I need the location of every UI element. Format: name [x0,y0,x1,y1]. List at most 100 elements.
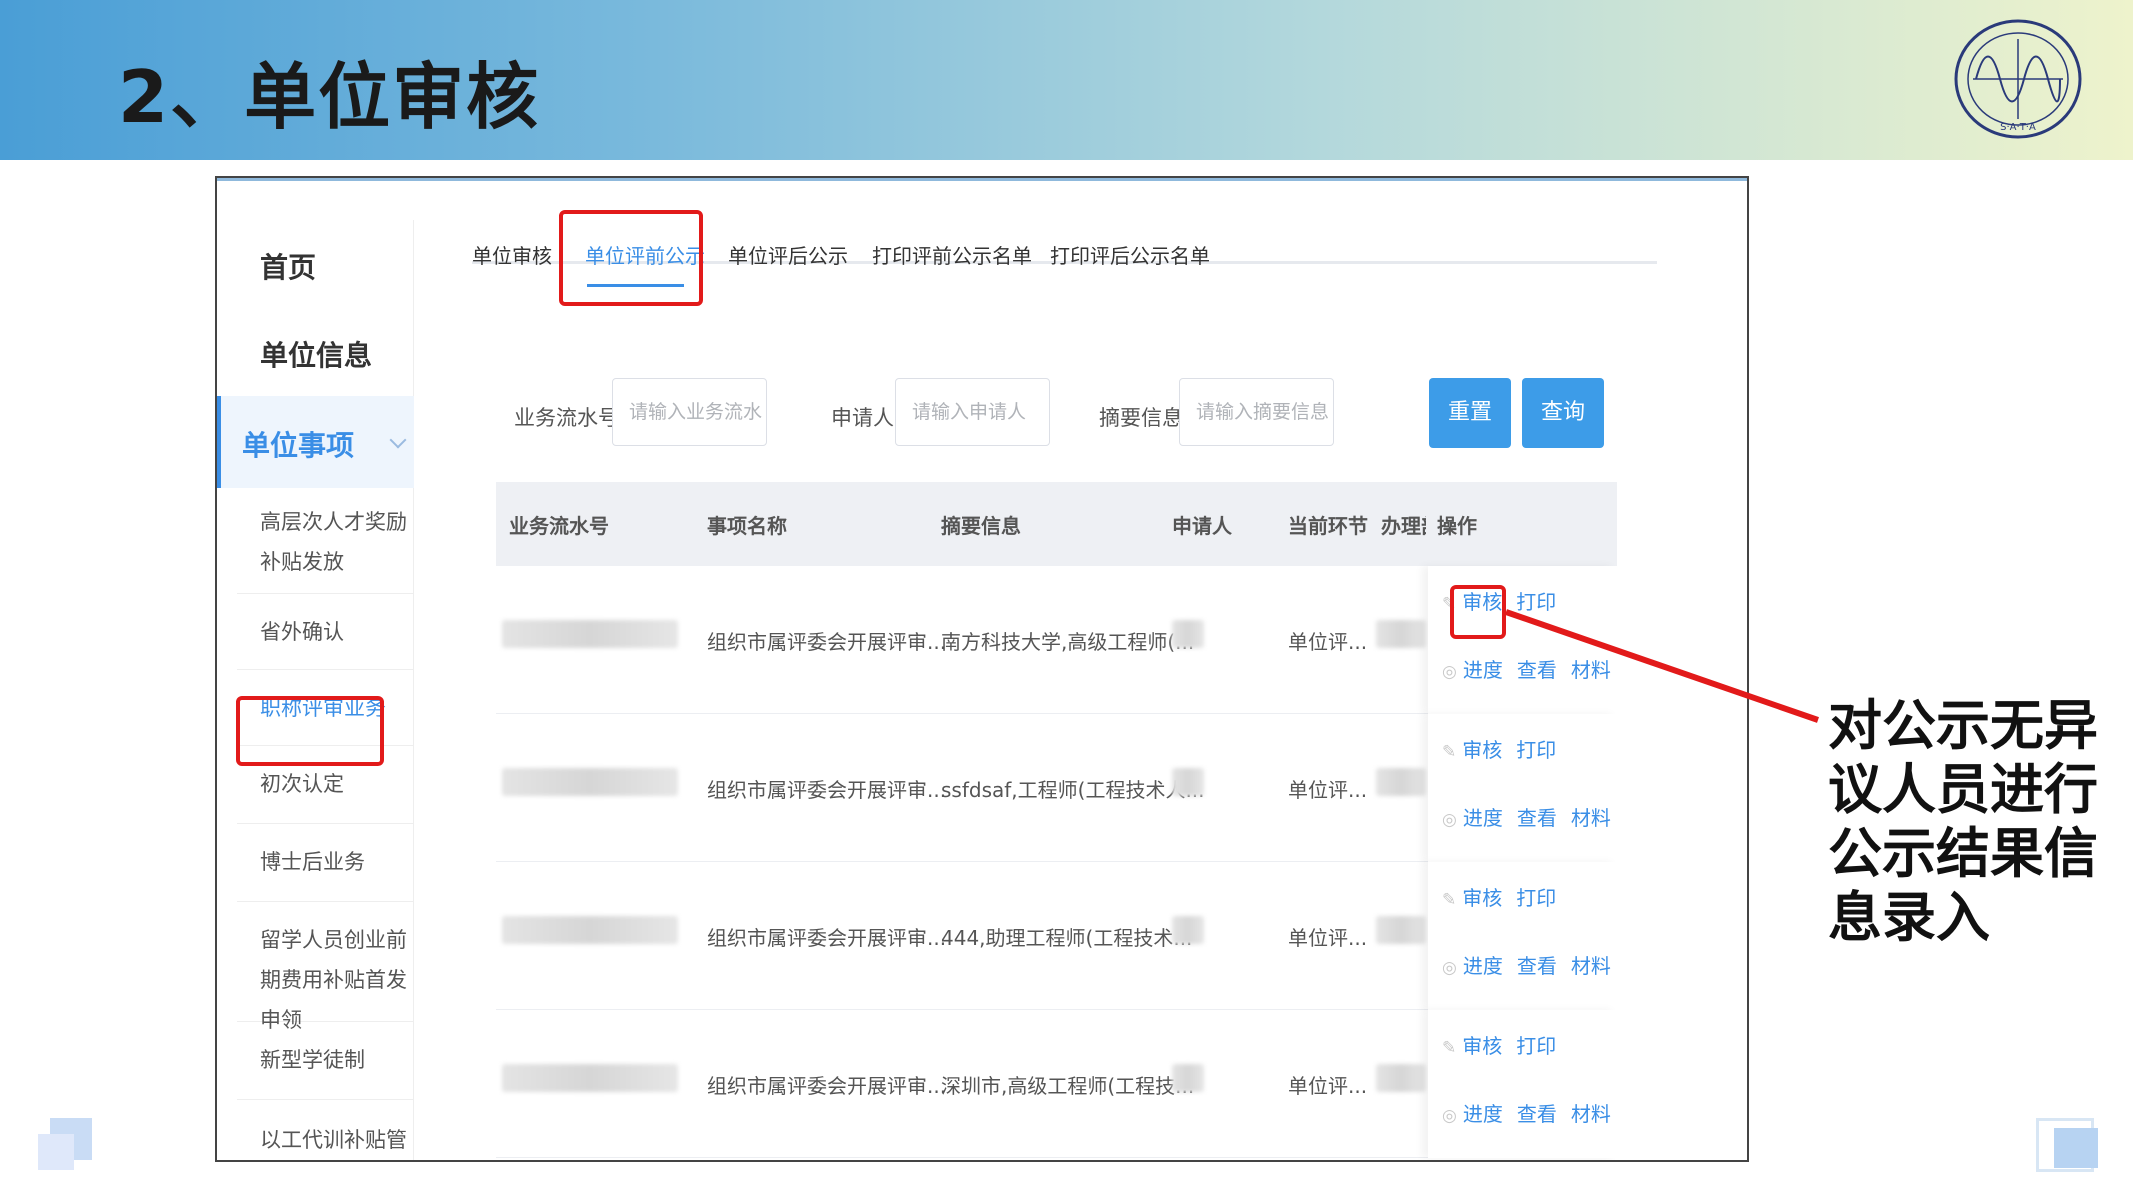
progress-link[interactable]: 进度 [1463,954,1503,978]
table-row[interactable]: 组织市属评委会开展评审... 深圳市,高级工程师(工程技... 单位评... ✎… [496,1010,1617,1158]
sidebar-item-label: 单位信息 [260,339,373,372]
reset-button[interactable]: 重置 [1429,378,1511,448]
redacted-dept [1376,768,1426,796]
slide-title: 2、单位审核 [118,55,541,139]
progress-link[interactable]: 进度 [1463,806,1503,830]
redacted-dept [1376,916,1426,944]
redacted-serial [502,916,678,944]
redacted-serial [502,620,678,648]
column-header: 申请人 [1172,514,1232,538]
cell-summary: 444,助理工程师(工程技术... [941,926,1193,950]
sidebar-sub-item[interactable]: 博士后业务 [237,824,414,902]
sidebar-item-label: 单位事项 [242,429,355,462]
redacted-dept [1376,620,1426,648]
edit-icon: ✎ [1442,1038,1457,1058]
applicant-input[interactable]: 请输入申请人 [895,378,1050,446]
sidebar-sub-label: 高层次人才奖励补贴发放 [260,510,407,574]
tab-unit-review[interactable]: 单位审核 [472,240,552,269]
tab-print-pre-list[interactable]: 打印评前公示名单 [872,240,1032,269]
material-link[interactable]: 材料 [1571,1102,1611,1126]
sidebar-sub-label: 博士后业务 [260,850,365,874]
column-header: 摘要信息 [941,514,1021,538]
cell-stage: 单位评... [1288,926,1368,950]
material-link[interactable]: 材料 [1571,806,1611,830]
cell-item: 组织市属评委会开展评审... [707,1074,947,1098]
progress-link[interactable]: 进度 [1463,1102,1503,1126]
sidebar-sub-label: 省外确认 [260,620,344,644]
summary-input[interactable]: 请输入摘要信息 [1179,378,1334,446]
chevron-down-icon [389,431,407,449]
sidebar-item-label: 首页 [260,251,317,284]
sata-logo: S·A·T·A [1954,19,2082,139]
edit-icon: ✎ [1442,742,1457,762]
column-header: 事项名称 [707,514,787,538]
sidebar-sub-item[interactable]: 以工代训补贴管理 [237,1100,414,1160]
annotation-text: 对公示无异议人员进行公示结果信息录入 [1828,694,2098,949]
serial-number-input[interactable]: 请输入业务流水 [612,378,767,446]
column-header: 当前环节 [1288,514,1368,538]
highlight-review-box [1450,585,1506,639]
column-header: 业务流水号 [509,514,609,538]
cell-item: 组织市属评委会开展评审... [707,778,947,802]
applicant-label: 申请人 [831,406,894,430]
material-link[interactable]: 材料 [1571,954,1611,978]
view-link[interactable]: 查看 [1517,954,1557,978]
sidebar-sub-label: 初次认定 [260,772,344,796]
operation-cell: ✎ 审核 打印 ◎ 进度 查看 材料 [1428,1010,1617,1158]
edit-icon: ✎ [1442,890,1457,910]
redacted-applicant [1172,768,1204,796]
review-link[interactable]: 审核 [1462,1034,1502,1058]
view-link[interactable]: 查看 [1517,658,1557,682]
sidebar: 首页 单位信息 单位事项 高层次人才奖励补贴发放 省外确认 职称评审业务 初次认… [217,220,414,1160]
cell-stage: 单位评... [1288,630,1368,654]
corner-decoration [2054,1128,2098,1168]
corner-decoration [38,1134,74,1170]
redacted-applicant [1172,620,1204,648]
print-link[interactable]: 打印 [1516,590,1556,614]
clock-icon: ◎ [1442,810,1457,830]
print-link[interactable]: 打印 [1516,886,1556,910]
column-header: 操作 [1437,514,1477,538]
sidebar-sub-label: 以工代训补贴管理 [260,1128,407,1152]
clock-icon: ◎ [1442,662,1457,682]
cell-summary: ssfdsaf,工程师(工程技术人... [941,778,1205,802]
view-link[interactable]: 查看 [1517,806,1557,830]
column-header: 办理部 [1381,514,1426,538]
tab-print-post-list[interactable]: 打印评后公示名单 [1050,240,1210,269]
cell-item: 组织市属评委会开展评审... [707,630,947,654]
sidebar-item-unit-matters[interactable]: 单位事项 [217,396,414,488]
print-link[interactable]: 打印 [1516,738,1556,762]
logo-caption: S·A·T·A [2000,122,2036,133]
view-link[interactable]: 查看 [1517,1102,1557,1126]
redacted-serial [502,1064,678,1092]
highlight-tab-box [559,210,703,306]
sidebar-sub-item[interactable]: 新型学徒制 [237,1022,414,1100]
table-row[interactable]: 组织市属评委会开展评审... 南方科技大学,高级工程师(... 单位评... ✎… [496,566,1617,714]
cell-stage: 单位评... [1288,778,1368,802]
operation-cell: ✎ 审核 打印 ◎ 进度 查看 材料 [1428,714,1617,862]
sidebar-sub-item[interactable]: 高层次人才奖励补贴发放 [237,492,414,594]
query-button[interactable]: 查询 [1522,378,1604,448]
sidebar-sub-item[interactable]: 留学人员创业前期费用补贴首发申领 [237,902,414,1032]
table-row[interactable]: 组织市属评委会开展评审... ssfdsaf,工程师(工程技术人... 单位评.… [496,714,1617,862]
material-link[interactable]: 材料 [1571,658,1611,682]
summary-label: 摘要信息 [1099,406,1183,430]
review-link[interactable]: 审核 [1462,886,1502,910]
screenshot-frame: 首页 单位信息 单位事项 高层次人才奖励补贴发放 省外确认 职称评审业务 初次认… [215,176,1749,1162]
sidebar-item-unit-info[interactable]: 单位信息 [237,308,414,388]
redacted-applicant [1172,1064,1204,1092]
top-border [217,178,1747,181]
cell-item: 组织市属评委会开展评审... [707,926,947,950]
redacted-applicant [1172,916,1204,944]
operation-cell: ✎ 审核 打印 ◎ 进度 查看 材料 [1428,862,1617,1010]
progress-link[interactable]: 进度 [1463,658,1503,682]
table-row[interactable]: 组织市属评委会开展评审... 444,助理工程师(工程技术... 单位评... … [496,862,1617,1010]
sidebar-sub-label: 新型学徒制 [260,1048,365,1072]
sidebar-item-home[interactable]: 首页 [237,220,414,300]
sidebar-sub-item[interactable]: 省外确认 [237,594,414,670]
print-link[interactable]: 打印 [1516,1034,1556,1058]
review-link[interactable]: 审核 [1462,738,1502,762]
serial-number-label: 业务流水号 [514,406,619,430]
cell-summary: 南方科技大学,高级工程师(... [941,630,1195,654]
tab-post-review-publicity[interactable]: 单位评后公示 [728,240,848,269]
